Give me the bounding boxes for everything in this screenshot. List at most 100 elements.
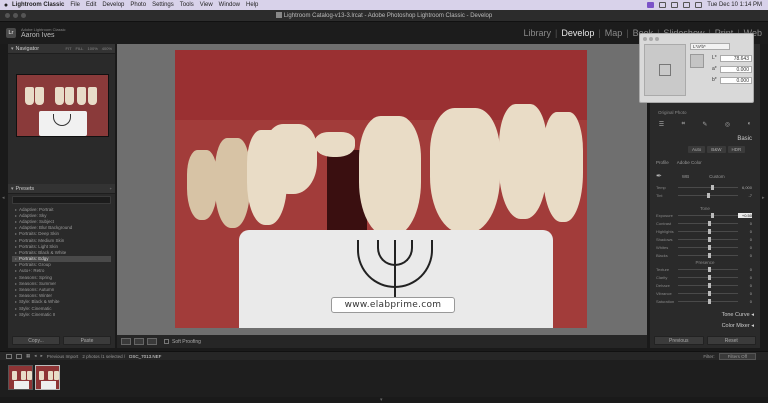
slider-value[interactable]: 0 <box>738 267 752 272</box>
slider-track[interactable] <box>678 192 738 198</box>
slider-track[interactable] <box>678 298 738 304</box>
red-eye-icon[interactable]: ◎ <box>725 121 730 128</box>
status-app-icon[interactable] <box>647 2 655 8</box>
slider-track[interactable] <box>678 266 738 272</box>
navigator-preview[interactable] <box>16 74 109 137</box>
tone-curve-header[interactable]: Tone Curve ◂ <box>650 310 760 319</box>
control-center-icon[interactable] <box>695 2 703 8</box>
menu-window[interactable]: Window <box>219 2 240 8</box>
color-readout-window[interactable]: L*a*b* L* 78.643 a* 0.000 b* 0.000 <box>639 33 754 103</box>
image-canvas[interactable]: www.elabprime.com <box>117 44 647 335</box>
slider-value[interactable]: 0 <box>738 275 752 280</box>
apple-icon[interactable]: ● <box>0 2 12 9</box>
slider-track[interactable] <box>678 212 738 218</box>
wifi-icon[interactable] <box>671 2 679 8</box>
slider-value[interactable]: 0 <box>738 253 752 258</box>
slider-knob[interactable] <box>706 192 710 198</box>
slider-value[interactable]: 0 <box>738 291 752 296</box>
menu-view[interactable]: View <box>200 2 213 8</box>
menu-develop[interactable]: Develop <box>102 2 124 8</box>
slider-value[interactable]: 0 <box>738 229 752 234</box>
readout-zoom-button[interactable] <box>655 37 659 41</box>
slider-value[interactable]: 6,000 <box>738 185 752 190</box>
zoom-100[interactable]: 100% <box>88 46 98 51</box>
reset-button[interactable]: Reset <box>706 336 756 345</box>
eyedropper-icon[interactable]: ✒ <box>656 172 662 180</box>
bw-button[interactable]: B&W <box>707 146 726 153</box>
slider-knob[interactable] <box>708 252 711 258</box>
slider-knob[interactable] <box>708 282 711 288</box>
basic-header[interactable]: Basic <box>650 134 760 144</box>
filmstrip-source[interactable]: Previous Import <box>47 354 79 359</box>
slider-track[interactable] <box>678 236 738 242</box>
color-mode-select[interactable]: L*a*b* <box>690 43 730 50</box>
zoom-fit[interactable]: FIT <box>66 46 72 51</box>
preset-item[interactable]: ▸ Style: Cinematic II <box>12 311 111 317</box>
secondary-display-icon[interactable] <box>16 353 22 359</box>
wb-select[interactable]: Custom <box>709 174 725 179</box>
slider-knob[interactable] <box>708 290 711 296</box>
masking-icon[interactable]: ◐ <box>748 121 752 127</box>
grid-icon[interactable]: ▦ <box>26 353 30 359</box>
menu-app-name[interactable]: Lightroom Classic <box>12 2 64 8</box>
slider-knob[interactable] <box>711 212 714 218</box>
slider-track[interactable] <box>678 252 738 258</box>
slider-track[interactable] <box>678 274 738 280</box>
module-map[interactable]: Map <box>605 28 623 38</box>
copy-button[interactable]: Copy... <box>12 336 60 345</box>
filmstrip-toggle-icon[interactable]: ▾ <box>380 397 383 403</box>
slider-knob[interactable] <box>708 244 711 250</box>
menu-photo[interactable]: Photo <box>130 2 146 8</box>
module-library[interactable]: Library <box>523 28 551 38</box>
add-preset-icon[interactable]: + <box>110 186 115 191</box>
slider-value[interactable]: 0 <box>738 299 752 304</box>
slider-knob[interactable] <box>711 184 714 190</box>
edit-sliders-icon[interactable]: ☰ <box>659 121 664 128</box>
menu-tools[interactable]: Tools <box>180 2 194 8</box>
slider-knob[interactable] <box>708 274 711 280</box>
slider-track[interactable] <box>678 228 738 234</box>
menu-file[interactable]: File <box>70 2 80 8</box>
slider-value[interactable]: 0 <box>738 283 752 288</box>
menu-help[interactable]: Help <box>246 2 258 8</box>
slider-knob[interactable] <box>708 220 711 226</box>
crop-icon[interactable]: ⌗ <box>682 121 685 128</box>
slider-track[interactable] <box>678 220 738 226</box>
right-panel-toggle-icon[interactable]: ▸ <box>762 195 765 201</box>
slider-value[interactable]: +0.50 <box>738 212 752 218</box>
heal-icon[interactable]: ✎ <box>702 121 707 128</box>
prev-arrow-icon[interactable]: ◂ <box>34 353 36 359</box>
module-develop[interactable]: Develop <box>561 28 594 38</box>
filmstrip-thumbnail-selected[interactable] <box>35 365 60 390</box>
search-icon[interactable] <box>683 2 691 8</box>
slider-knob[interactable] <box>708 236 711 242</box>
slider-knob[interactable] <box>708 298 711 304</box>
loupe-view-icon[interactable] <box>121 338 131 345</box>
before-after-swap-icon[interactable] <box>147 338 157 345</box>
readout-close-button[interactable] <box>643 37 647 41</box>
slider-track[interactable] <box>678 290 738 296</box>
primary-display-icon[interactable] <box>6 353 12 359</box>
left-panel-toggle-icon[interactable]: ◂ <box>2 195 5 201</box>
auto-button[interactable]: Auto <box>688 146 706 153</box>
zoom-fill[interactable]: FILL <box>76 46 84 51</box>
slider-track[interactable] <box>678 282 738 288</box>
slider-knob[interactable] <box>708 228 711 234</box>
slider-value[interactable]: 0 <box>738 245 752 250</box>
filmstrip-thumbnail[interactable] <box>8 365 33 390</box>
dental-photo[interactable]: www.elabprime.com <box>175 50 587 328</box>
slider-value[interactable]: 0 <box>738 221 752 226</box>
soft-proofing-checkbox[interactable] <box>164 339 169 344</box>
next-arrow-icon[interactable]: ▸ <box>41 353 43 359</box>
presets-header[interactable]: ▾ Presets + <box>8 184 115 194</box>
slider-track[interactable] <box>678 184 738 190</box>
before-after-icon[interactable] <box>134 338 144 345</box>
slider-knob[interactable] <box>708 266 711 272</box>
hdr-button[interactable]: HDR <box>727 146 746 153</box>
previous-button[interactable]: Previous <box>654 336 704 345</box>
menu-edit[interactable]: Edit <box>86 2 96 8</box>
zoom-400[interactable]: 400% <box>102 46 112 51</box>
profile-select[interactable]: Adobe Color <box>677 160 702 165</box>
preset-search-input[interactable] <box>12 196 111 204</box>
paste-button[interactable]: Paste <box>63 336 111 345</box>
